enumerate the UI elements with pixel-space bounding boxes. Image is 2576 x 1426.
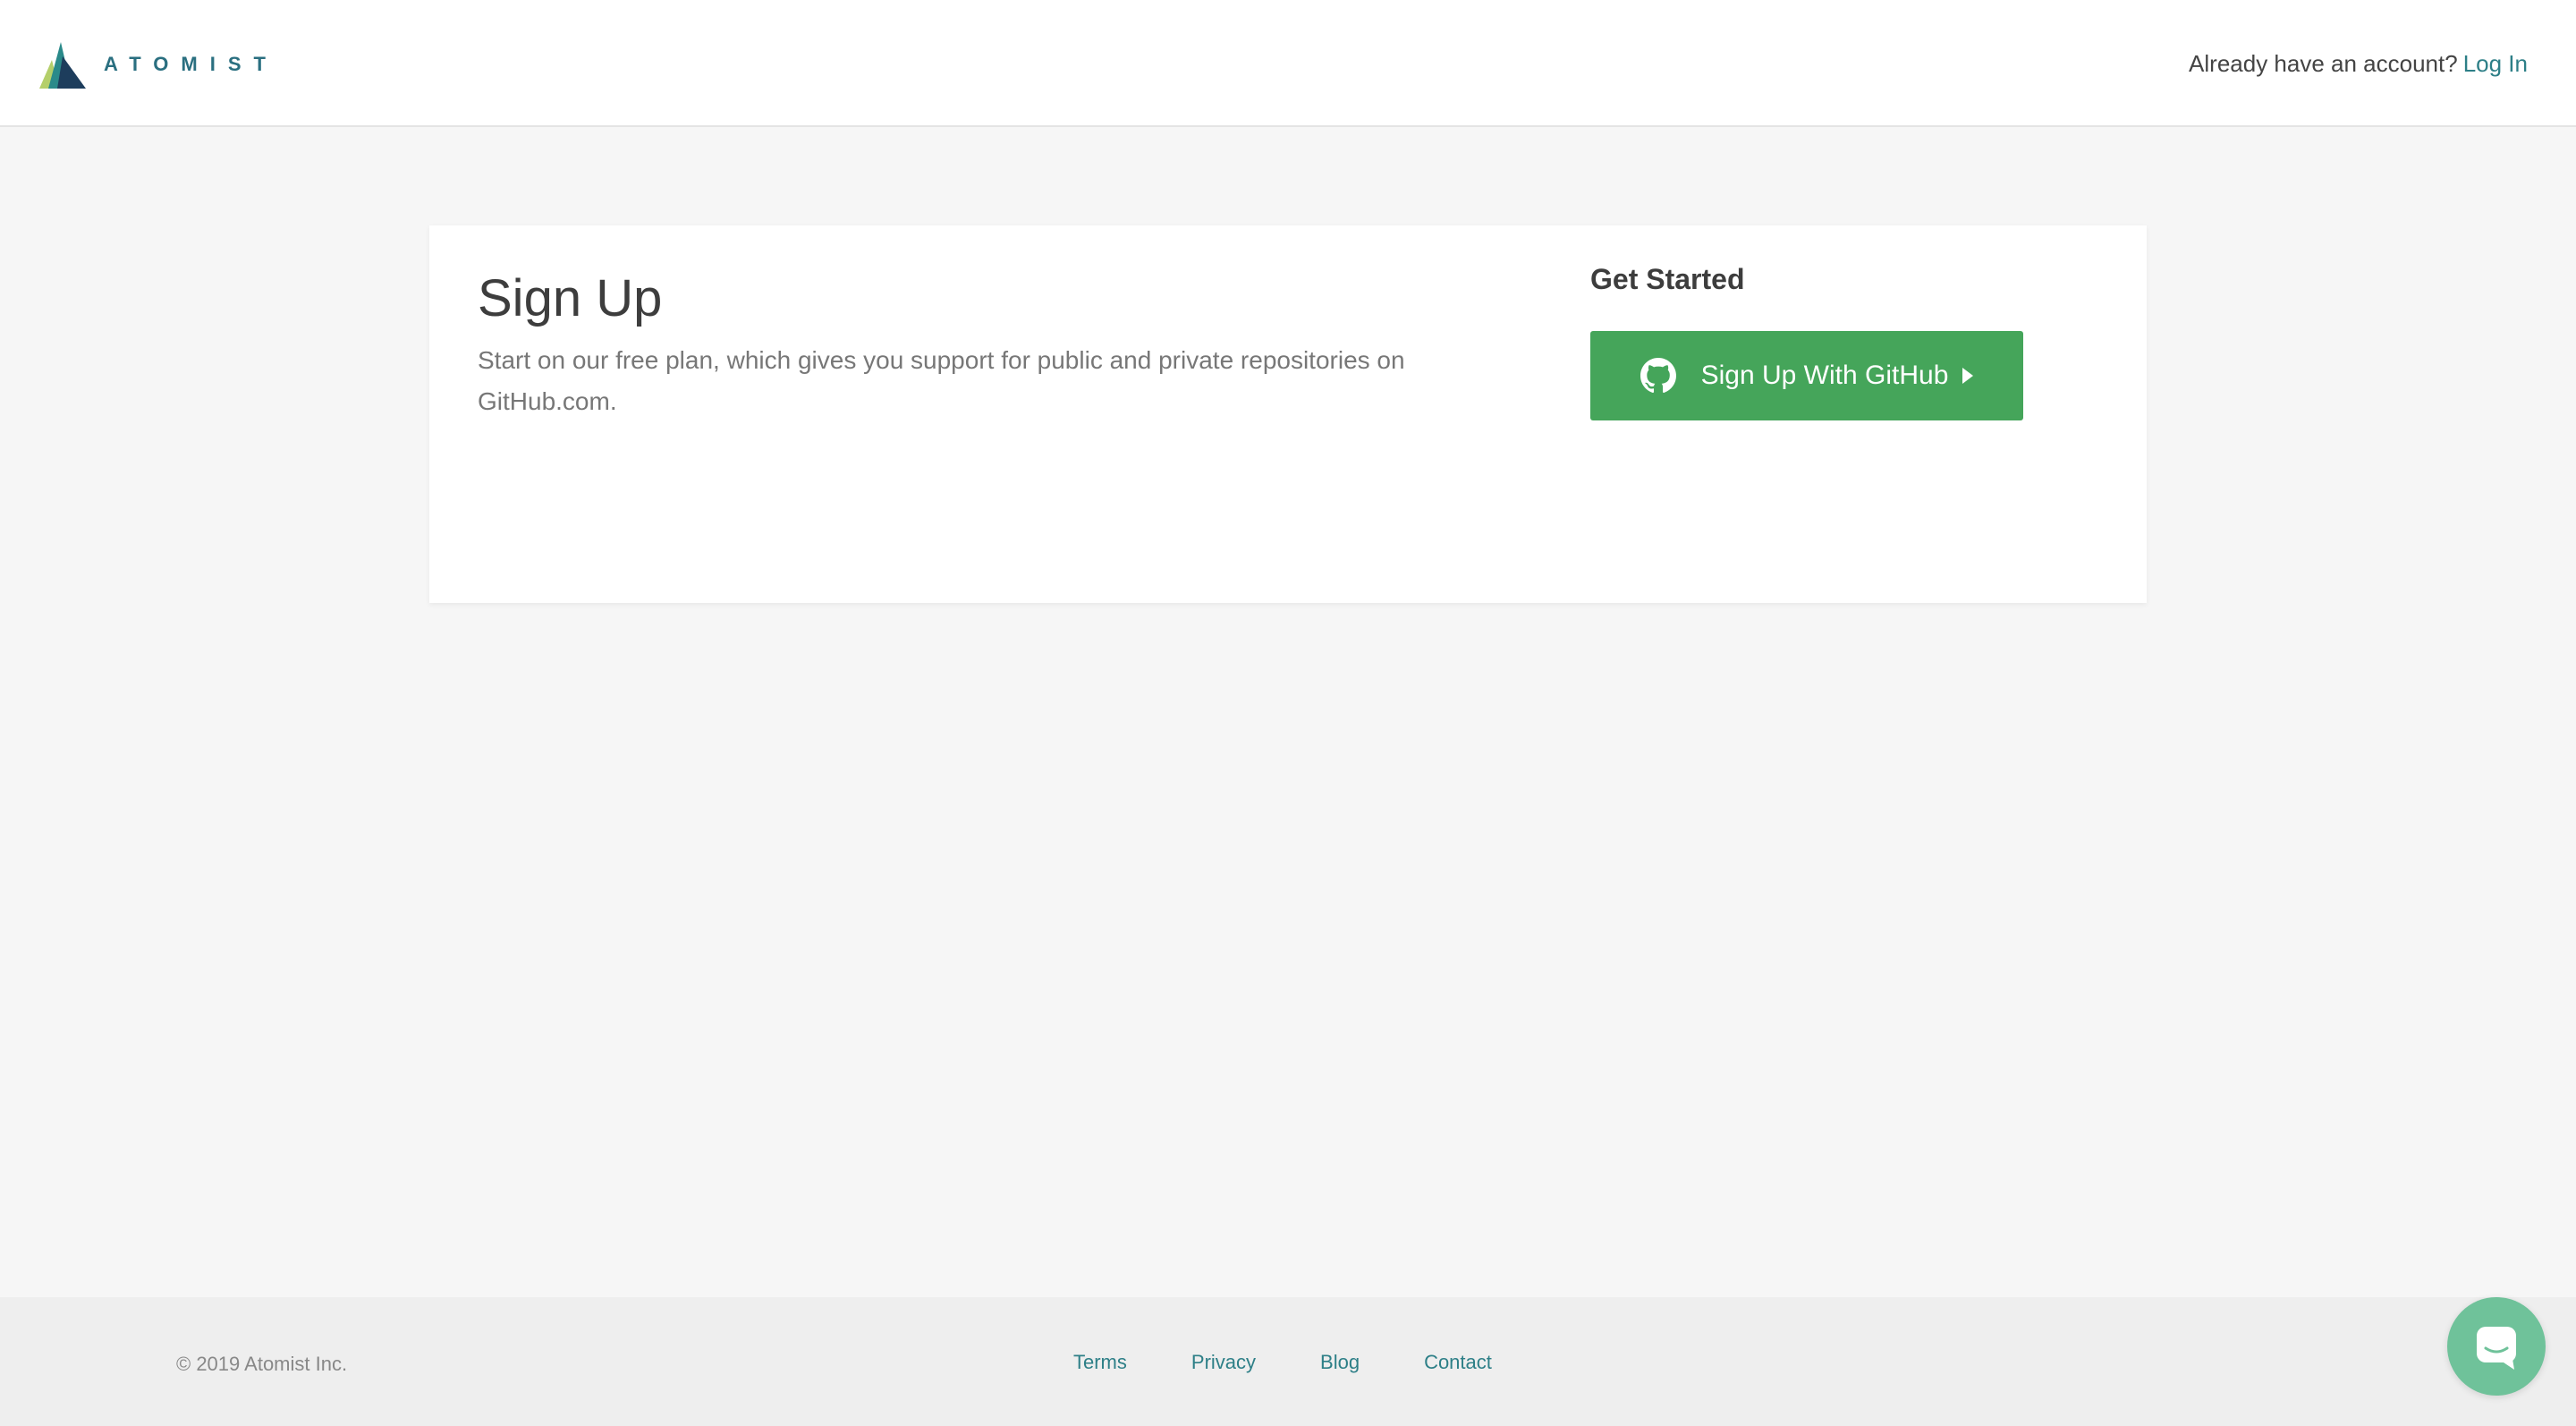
footer-links: Terms Privacy Blog Contact <box>1073 1351 1492 1374</box>
signup-with-github-button[interactable]: Sign Up With GitHub <box>1590 331 2023 420</box>
login-link[interactable]: Log In <box>2463 50 2528 77</box>
footer: © 2019 Atomist Inc. Terms Privacy Blog C… <box>0 1297 2576 1426</box>
top-bar: ATOMIST Already have an account? Log In <box>0 0 2576 127</box>
signup-description: Start on our free plan, which gives you … <box>478 346 1405 415</box>
github-icon <box>1640 358 1676 394</box>
get-started-heading: Get Started <box>1590 263 1745 295</box>
footer-link-terms[interactable]: Terms <box>1073 1351 1127 1374</box>
chat-icon <box>2477 1327 2516 1370</box>
signup-card: Sign Up Start on our free plan, which gi… <box>429 225 2147 603</box>
page-title: Sign Up <box>478 269 663 327</box>
caret-right-icon <box>1962 368 1974 384</box>
copyright-text: © 2019 Atomist Inc. <box>176 1353 348 1375</box>
logo-text: ATOMIST <box>104 53 278 75</box>
footer-link-privacy[interactable]: Privacy <box>1191 1351 1256 1374</box>
account-prompt-area: Already have an account? Log In <box>2189 50 2528 78</box>
footer-link-blog[interactable]: Blog <box>1320 1351 1360 1374</box>
chat-launcher-button[interactable] <box>2447 1297 2546 1396</box>
account-prompt-text: Already have an account? <box>2189 50 2458 77</box>
atomist-logo-icon <box>39 42 86 89</box>
atomist-logo[interactable]: ATOMIST <box>36 36 278 93</box>
footer-link-contact[interactable]: Contact <box>1424 1351 1492 1374</box>
github-button-label: Sign Up With GitHub <box>1700 361 1949 390</box>
